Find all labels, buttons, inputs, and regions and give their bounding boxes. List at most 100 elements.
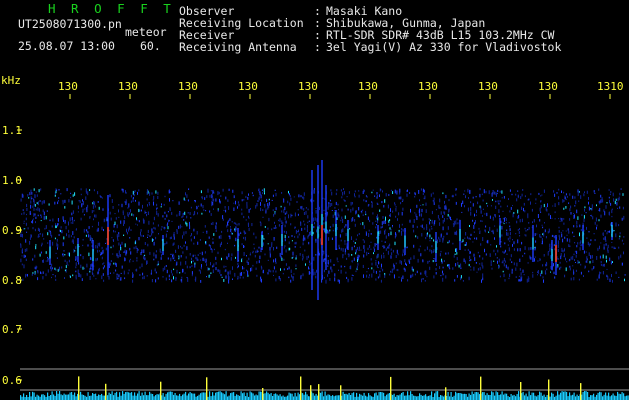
noise-pixel [589, 243, 591, 246]
level-bar [504, 393, 506, 400]
noise-pixel [611, 246, 613, 249]
noise-pixel [70, 192, 72, 194]
noise-pixel [64, 269, 66, 272]
noise-pixel [575, 254, 577, 258]
noise-pixel [443, 218, 445, 222]
noise-pixel [124, 215, 126, 220]
noise-pixel [160, 251, 162, 254]
noise-pixel [403, 267, 405, 270]
noise-pixel [438, 236, 440, 240]
level-bar [36, 394, 38, 400]
noise-pixel [196, 231, 198, 235]
noise-pixel [160, 228, 162, 231]
noise-pixel [469, 190, 471, 194]
level-bar [422, 395, 424, 400]
level-bar [399, 394, 401, 400]
noise-pixel [145, 212, 147, 214]
noise-pixel [521, 218, 523, 223]
noise-pixel [191, 271, 193, 275]
noise-pixel [614, 200, 616, 205]
noise-pixel [376, 264, 378, 268]
noise-pixel [381, 221, 383, 225]
noise-pixel [609, 257, 611, 262]
level-bar [353, 392, 355, 400]
noise-pixel [515, 267, 517, 271]
noise-pixel [564, 248, 565, 252]
noise-pixel [274, 189, 276, 191]
noise-pixel [505, 264, 507, 269]
noise-pixel [534, 258, 535, 262]
noise-pixel [268, 269, 270, 272]
noise-pixel [473, 266, 475, 271]
noise-pixel [208, 236, 210, 239]
level-bar [525, 393, 527, 400]
noise-pixel [594, 192, 596, 194]
level-bar [425, 394, 427, 400]
noise-pixel [29, 192, 31, 196]
noise-pixel [420, 225, 422, 227]
noise-pixel [45, 251, 47, 254]
noise-pixel [33, 213, 35, 217]
noise-pixel [93, 200, 94, 204]
noise-pixel [491, 192, 493, 197]
noise-pixel [86, 208, 88, 213]
noise-pixel [262, 269, 264, 274]
level-bar [240, 391, 242, 400]
noise-pixel [224, 248, 226, 251]
noise-pixel [473, 225, 475, 229]
noise-pixel [380, 279, 382, 283]
noise-pixel [505, 218, 507, 221]
noise-pixel [67, 252, 69, 256]
level-bar [516, 394, 518, 400]
noise-pixel [120, 272, 122, 274]
noise-pixel [425, 202, 427, 206]
noise-pixel [251, 267, 253, 272]
noise-pixel [228, 235, 230, 237]
level-bar [506, 393, 508, 400]
noise-pixel [583, 218, 585, 223]
noise-pixel [206, 276, 207, 278]
noise-pixel [377, 253, 379, 256]
noise-pixel [609, 199, 610, 204]
noise-pixel [43, 259, 44, 263]
noise-pixel [134, 241, 136, 245]
noise-pixel [385, 248, 387, 251]
noise-pixel [247, 261, 249, 265]
noise-pixel [102, 208, 104, 211]
noise-pixel [379, 209, 381, 212]
noise-pixel [185, 231, 187, 234]
noise-pixel [173, 242, 175, 245]
noise-pixel [419, 199, 420, 202]
noise-pixel [75, 256, 76, 259]
noise-pixel [39, 200, 41, 202]
level-bar [222, 393, 224, 400]
level-bar [362, 395, 364, 400]
noise-pixel [25, 239, 27, 243]
noise-pixel [566, 261, 568, 263]
noise-pixel [127, 207, 129, 209]
noise-pixel [273, 237, 275, 241]
noise-pixel [196, 205, 198, 210]
noise-pixel [42, 233, 44, 237]
noise-pixel [522, 255, 524, 257]
level-bar [327, 394, 329, 400]
noise-pixel [213, 198, 215, 202]
noise-pixel [146, 198, 148, 201]
noise-pixel [619, 206, 621, 209]
noise-pixel [516, 220, 518, 224]
noise-pixel [113, 230, 114, 233]
noise-pixel [161, 254, 162, 257]
noise-pixel [324, 198, 326, 200]
noise-pixel [457, 222, 459, 225]
noise-pixel [157, 213, 159, 217]
noise-pixel [266, 198, 268, 202]
noise-pixel [351, 260, 353, 262]
noise-pixel [172, 243, 174, 246]
noise-pixel [30, 189, 32, 192]
noise-pixel [88, 226, 90, 229]
noise-band [20, 188, 626, 284]
noise-pixel [72, 220, 74, 224]
noise-pixel [97, 257, 98, 261]
level-bar [287, 395, 289, 400]
noise-pixel [130, 194, 132, 198]
